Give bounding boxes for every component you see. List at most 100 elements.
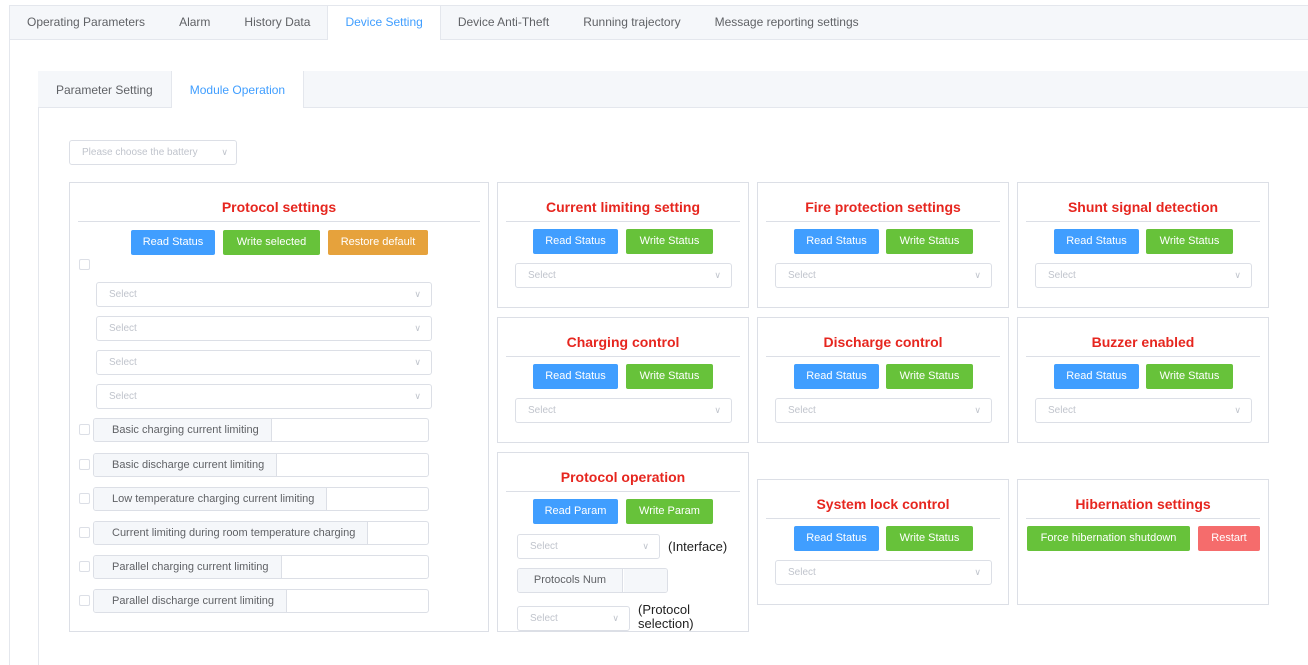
protocol-operation-panel: Protocol operation Read Param Write Para…: [497, 452, 749, 632]
chevron-down-icon: ∨: [414, 323, 421, 333]
hibernation-panel: Hibernation settings Force hibernation s…: [1017, 479, 1269, 605]
current-limiting-select[interactable]: Select ∨: [515, 263, 732, 288]
interface-label: (Interface): [668, 539, 728, 554]
shunt-signal-write-button[interactable]: Write Status: [1146, 229, 1233, 254]
current-limiting-title: Current limiting setting: [506, 198, 740, 222]
select-placeholder: Select: [528, 405, 556, 416]
discharge-control-read-button[interactable]: Read Status: [794, 364, 879, 389]
fire-protection-read-button[interactable]: Read Status: [794, 229, 879, 254]
chevron-down-icon: ∨: [974, 405, 981, 415]
chevron-down-icon: ∨: [974, 567, 981, 577]
protocol-select-1[interactable]: Select ∨: [96, 282, 432, 307]
protocol-read-param-button[interactable]: Read Param: [533, 499, 618, 524]
protocol-select-all-checkbox[interactable]: [79, 259, 90, 270]
fire-protection-title: Fire protection settings: [766, 198, 1000, 222]
protocol-selection-label: (Protocol selection): [638, 603, 694, 631]
charging-control-write-button[interactable]: Write Status: [626, 364, 713, 389]
select-placeholder: Select: [788, 567, 816, 578]
tab-device-anti-theft[interactable]: Device Anti-Theft: [441, 6, 566, 39]
current-limiting-read-button[interactable]: Read Status: [533, 229, 618, 254]
protocol-write-selected-button[interactable]: Write selected: [223, 230, 320, 255]
buzzer-select[interactable]: Select ∨: [1035, 398, 1252, 423]
protocol-write-param-button[interactable]: Write Param: [626, 499, 713, 524]
protocol-selection-label-line1: (Protocol: [638, 602, 691, 617]
system-lock-read-button[interactable]: Read Status: [794, 526, 879, 551]
battery-select[interactable]: Please choose the battery ∨: [69, 140, 237, 165]
content-border: [9, 40, 10, 665]
select-placeholder: Select: [788, 405, 816, 416]
chevron-down-icon: ∨: [414, 391, 421, 401]
limit-input-basic-charging[interactable]: Basic charging current limiting: [93, 418, 429, 442]
select-placeholder: Select: [109, 289, 137, 300]
tab-running-trajectory[interactable]: Running trajectory: [566, 6, 697, 39]
system-lock-write-button[interactable]: Write Status: [886, 526, 973, 551]
shunt-signal-read-button[interactable]: Read Status: [1054, 229, 1139, 254]
buzzer-read-button[interactable]: Read Status: [1054, 364, 1139, 389]
protocol-selection-select[interactable]: Select ∨: [517, 606, 630, 631]
discharge-control-select[interactable]: Select ∨: [775, 398, 992, 423]
protocol-settings-panel: Protocol settings Read Status Write sele…: [69, 182, 489, 632]
protocol-select-3[interactable]: Select ∨: [96, 350, 432, 375]
tab-operating-parameters[interactable]: Operating Parameters: [10, 6, 162, 39]
fire-protection-select[interactable]: Select ∨: [775, 263, 992, 288]
force-hibernation-shutdown-button[interactable]: Force hibernation shutdown: [1027, 526, 1190, 551]
charging-control-read-button[interactable]: Read Status: [533, 364, 618, 389]
limit-label: Current limiting during room temperature…: [94, 522, 369, 544]
current-limiting-panel: Current limiting setting Read Status Wri…: [497, 182, 749, 308]
tab-history-data[interactable]: History Data: [227, 6, 327, 39]
top-tab-bar: Operating Parameters Alarm History Data …: [9, 5, 1308, 40]
chevron-down-icon: ∨: [1234, 270, 1241, 280]
select-placeholder: Select: [530, 541, 558, 552]
tab-parameter-setting[interactable]: Parameter Setting: [38, 71, 171, 107]
tab-alarm[interactable]: Alarm: [162, 6, 227, 39]
protocol-select-2[interactable]: Select ∨: [96, 316, 432, 341]
select-placeholder: Select: [528, 270, 556, 281]
limit-input-room-temperature[interactable]: Current limiting during room temperature…: [93, 521, 429, 545]
protocol-selection-label-line2: selection): [638, 616, 694, 631]
tab-module-operation[interactable]: Module Operation: [170, 71, 305, 108]
limit-input-low-temperature[interactable]: Low temperature charging current limitin…: [93, 487, 429, 511]
battery-select-placeholder: Please choose the battery: [82, 147, 198, 158]
discharge-control-write-button[interactable]: Write Status: [886, 364, 973, 389]
current-limiting-write-button[interactable]: Write Status: [626, 229, 713, 254]
chevron-down-icon: ∨: [974, 270, 981, 280]
shunt-signal-select[interactable]: Select ∨: [1035, 263, 1252, 288]
chevron-down-icon: ∨: [612, 613, 619, 623]
shunt-signal-panel: Shunt signal detection Read Status Write…: [1017, 182, 1269, 308]
select-placeholder: Select: [109, 323, 137, 334]
chevron-down-icon: ∨: [714, 405, 721, 415]
limit-checkbox[interactable]: [79, 527, 90, 538]
system-lock-select[interactable]: Select ∨: [775, 560, 992, 585]
limit-label: Basic charging current limiting: [94, 419, 272, 441]
fire-protection-write-button[interactable]: Write Status: [886, 229, 973, 254]
select-placeholder: Select: [1048, 405, 1076, 416]
buzzer-write-button[interactable]: Write Status: [1146, 364, 1233, 389]
charging-control-select[interactable]: Select ∨: [515, 398, 732, 423]
limit-input-basic-discharge[interactable]: Basic discharge current limiting: [93, 453, 429, 477]
chevron-down-icon: ∨: [714, 270, 721, 280]
limit-checkbox[interactable]: [79, 595, 90, 606]
system-lock-panel: System lock control Read Status Write St…: [757, 479, 1009, 605]
limit-checkbox[interactable]: [79, 424, 90, 435]
select-placeholder: Select: [1048, 270, 1076, 281]
protocols-num-value: [624, 569, 667, 592]
hibernation-title: Hibernation settings: [1026, 495, 1260, 519]
chevron-down-icon: ∨: [414, 357, 421, 367]
tab-message-reporting-settings[interactable]: Message reporting settings: [698, 6, 876, 39]
protocol-read-status-button[interactable]: Read Status: [131, 230, 215, 255]
protocols-num-input[interactable]: Protocols Num: [517, 568, 668, 593]
fire-protection-panel: Fire protection settings Read Status Wri…: [757, 182, 1009, 308]
shunt-signal-title: Shunt signal detection: [1026, 198, 1260, 222]
sub-tab-bar: Parameter Setting Module Operation: [38, 71, 1308, 108]
protocol-select-4[interactable]: Select ∨: [96, 384, 432, 409]
tab-device-setting[interactable]: Device Setting: [327, 6, 441, 40]
app-root: Operating Parameters Alarm History Data …: [0, 0, 1308, 665]
restart-button[interactable]: Restart: [1198, 526, 1260, 551]
limit-input-parallel-discharge[interactable]: Parallel discharge current limiting: [93, 589, 429, 613]
limit-checkbox[interactable]: [79, 493, 90, 504]
interface-select[interactable]: Select ∨: [517, 534, 660, 559]
protocol-restore-default-button[interactable]: Restore default: [328, 230, 428, 255]
limit-checkbox[interactable]: [79, 561, 90, 572]
limit-checkbox[interactable]: [79, 459, 90, 470]
limit-input-parallel-charging[interactable]: Parallel charging current limiting: [93, 555, 429, 579]
